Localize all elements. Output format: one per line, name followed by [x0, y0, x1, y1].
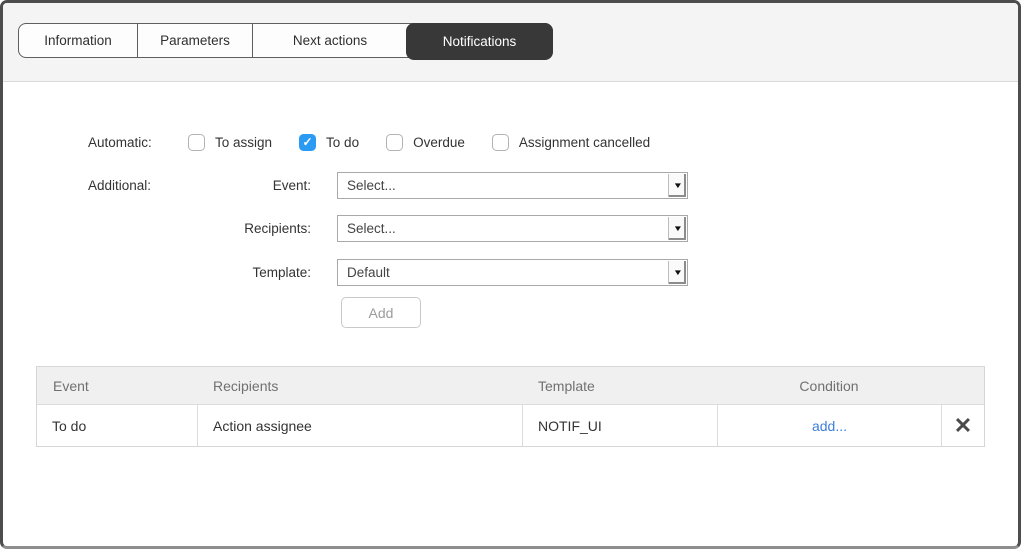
checkbox-item-overdue[interactable]: ✓ Overdue [386, 133, 465, 151]
event-select-value: Select... [347, 178, 396, 193]
notifications-table: Event Recipients Template Condition To d… [36, 366, 985, 447]
cell-template: NOTIF_UI [522, 405, 717, 446]
overdue-label: Overdue [413, 134, 465, 150]
tab-information[interactable]: Information [19, 24, 137, 57]
template-label: Template: [252, 265, 311, 280]
chevron-down-icon: ▼ [672, 224, 683, 233]
tab-group: Information Parameters Next actions Noti… [18, 23, 553, 60]
cell-event: To do [52, 417, 87, 434]
recipients-select[interactable]: Select... ▼ [337, 215, 688, 242]
add-condition-link[interactable]: add... [812, 418, 847, 434]
table-row: To do Action assignee NOTIF_UI add... ✕ [37, 404, 984, 446]
tab-bar: Information Parameters Next actions Noti… [3, 3, 1018, 82]
table-header: Event Recipients Template Condition [37, 367, 984, 404]
notifications-panel: Information Parameters Next actions Noti… [0, 0, 1021, 549]
recipients-row: Recipients: Select... ▼ [88, 215, 688, 242]
template-select-value: Default [347, 265, 390, 280]
template-row: Template: Default ▼ [88, 259, 688, 286]
assignment-cancelled-checkbox[interactable]: ✓ [491, 133, 509, 151]
to-do-checkbox[interactable]: ✓ [299, 133, 317, 151]
header-template: Template [538, 377, 595, 394]
dropdown-button[interactable]: ▼ [668, 174, 686, 197]
tab-next-actions[interactable]: Next actions [252, 24, 407, 57]
to-assign-checkbox[interactable]: ✓ [188, 133, 205, 151]
checkbox-item-to-do[interactable]: ✓ To do [299, 133, 360, 151]
header-condition: Condition [799, 377, 859, 394]
add-button[interactable]: Add [341, 297, 421, 328]
recipients-select-value: Select... [347, 221, 396, 236]
automatic-label: Automatic: [88, 134, 152, 150]
chevron-down-icon: ▼ [672, 181, 683, 190]
overdue-checkbox[interactable]: ✓ [386, 133, 404, 151]
automatic-row: Automatic: ✓ To assign ✓ To do ✓ Overdue… [88, 131, 677, 153]
template-select[interactable]: Default ▼ [337, 259, 688, 286]
cell-recipients: Action assignee [197, 405, 522, 446]
checkbox-item-to-assign[interactable]: ✓ To assign [188, 133, 273, 151]
event-row: Additional: Event: Select... ▼ [88, 172, 688, 199]
cell-condition: add... [717, 405, 941, 446]
tab-notifications[interactable]: Notifications [406, 23, 553, 60]
cell-delete: ✕ [941, 405, 984, 446]
event-label: Event: [272, 178, 311, 193]
assignment-cancelled-label: Assignment cancelled [518, 134, 651, 150]
to-do-label: To do [326, 134, 360, 150]
header-actions [941, 367, 984, 404]
additional-label: Additional: [88, 178, 152, 193]
to-assign-label: To assign [215, 134, 273, 150]
header-recipients: Recipients [213, 377, 279, 394]
dropdown-button[interactable]: ▼ [668, 261, 686, 284]
header-event: Event [53, 377, 89, 394]
delete-row-icon[interactable]: ✕ [954, 414, 972, 437]
dropdown-button[interactable]: ▼ [668, 217, 686, 240]
checkbox-item-assignment-cancelled[interactable]: ✓ Assignment cancelled [491, 133, 651, 151]
tab-parameters[interactable]: Parameters [137, 24, 252, 57]
event-select[interactable]: Select... ▼ [337, 172, 688, 199]
chevron-down-icon: ▼ [672, 268, 683, 277]
check-icon: ✓ [302, 135, 313, 149]
recipients-label: Recipients: [244, 221, 311, 236]
